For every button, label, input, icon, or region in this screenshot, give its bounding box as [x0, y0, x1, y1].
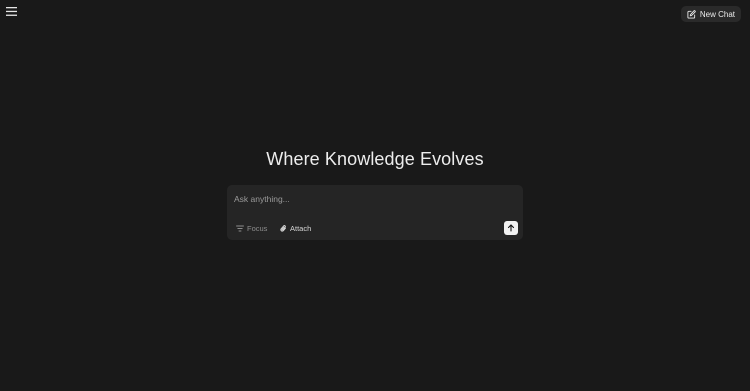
- page-headline: Where Knowledge Evolves: [266, 149, 484, 169]
- attach-button[interactable]: Attach: [280, 223, 311, 234]
- compose-edit-icon: [687, 9, 696, 19]
- arrow-up-icon: [507, 224, 515, 232]
- composer-box: [227, 185, 523, 240]
- attach-label: Attach: [290, 224, 312, 233]
- paperclip-icon: [280, 224, 287, 233]
- new-chat-label: New Chat: [699, 9, 735, 19]
- send-button[interactable]: [504, 221, 518, 235]
- menu-button[interactable]: [5, 5, 17, 17]
- ask-input[interactable]: [234, 191, 504, 207]
- app-page: New Chat Where Knowledge Evolves Focus A…: [0, 0, 750, 391]
- filter-lines-icon: [236, 225, 244, 232]
- new-chat-button[interactable]: New Chat: [680, 6, 741, 22]
- focus-label: Focus: [247, 224, 268, 233]
- focus-button[interactable]: Focus: [236, 223, 267, 234]
- hamburger-menu-icon: [5, 6, 17, 16]
